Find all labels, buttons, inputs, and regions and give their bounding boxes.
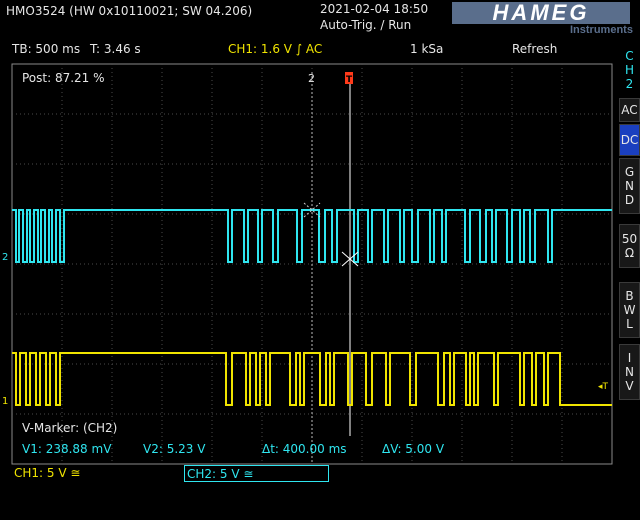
delta-t-readout: Δt: 400.00 ms — [262, 442, 347, 456]
trigger-marker-label: T — [346, 75, 353, 85]
bwl-button[interactable]: BWL — [619, 282, 640, 338]
ch2-ref-marker: 2 — [2, 252, 8, 263]
coupling-gnd-button[interactable]: GND — [619, 158, 640, 214]
marker-2-label: 2 — [308, 72, 315, 85]
impedance-50ohm-button[interactable]: 50 Ω — [619, 224, 640, 268]
trigger-level-marker: ◂T — [598, 382, 609, 392]
ch1-ref-marker: 1 — [2, 396, 8, 407]
v2-readout: V2: 5.23 V — [143, 442, 206, 456]
ch2-scale[interactable]: CH2: 5 V ≅ — [184, 465, 329, 482]
delta-v-readout: ΔV: 5.00 V — [382, 442, 445, 456]
invert-button[interactable]: INV — [619, 344, 640, 400]
v-marker-title: V-Marker: (CH2) — [22, 421, 118, 435]
coupling-ac-button[interactable]: AC — [619, 98, 640, 122]
post-trigger-label: Post: 87.21 % — [22, 71, 105, 85]
coupling-dc-button[interactable]: DC — [619, 124, 640, 156]
ch1-scale[interactable]: CH1: 5 V ≅ — [14, 465, 174, 482]
v1-readout: V1: 238.88 mV — [22, 442, 112, 456]
side-menu-channel: C H 2 — [619, 44, 640, 96]
